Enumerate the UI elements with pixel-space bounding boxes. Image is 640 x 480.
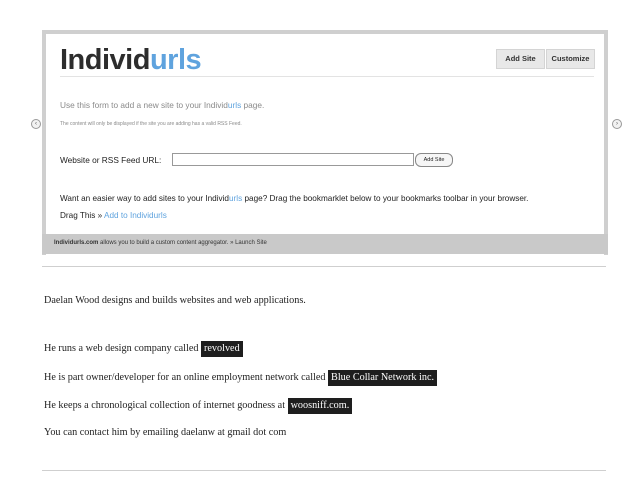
add-to-individurls-link[interactable]: Add to Individurls [104,211,167,220]
woosniff-link[interactable]: woosniff.com. [287,398,353,414]
individurls-page: Individurls Add Site Customize Use this … [46,34,604,263]
footer-bar: Individurls.com allows you to build a cu… [42,234,608,254]
rss-note: The content will only be displayed if th… [60,121,242,127]
bio-line-4-text: He keeps a chronological collection of i… [44,400,288,411]
add-site-button[interactable]: Add Site [496,49,545,69]
bio-line-1: Daelan Wood designs and builds websites … [44,295,306,306]
bookmarklet-highlight: urls [229,194,243,203]
bio-line-5: You can contact him by emailing daelanw … [44,427,287,438]
individurls-logo[interactable]: Individurls [60,44,202,77]
intro-highlight: urls [227,100,242,110]
logo-part-1: Individ [60,44,150,76]
top-divider [42,266,606,267]
bottom-divider [42,470,606,471]
bio-line-2: He runs a web design company called revo… [44,341,243,357]
bookmarklet-prefix: Want an easier way to add sites to your … [60,194,229,203]
screenshot-frame: Individurls Add Site Customize Use this … [42,30,608,263]
drag-this-row: Drag This » Add to Individurls [60,211,167,220]
bookmarklet-suffix: page? Drag the bookmarklet below to your… [242,194,529,203]
footer-description[interactable]: allows you to build a custom content agg… [98,240,267,246]
bookmarklet-text: Want an easier way to add sites to your … [60,194,528,203]
next-arrow-icon[interactable]: › [612,119,622,129]
blue-collar-network-link[interactable]: Blue Collar Network inc. [328,370,438,386]
footer-brand: Individurls.com [54,240,99,246]
url-input[interactable] [172,153,414,166]
customize-button[interactable]: Customize [546,49,595,69]
logo-part-2: urls [149,44,202,76]
footer-text: Individurls.com allows you to build a cu… [54,240,267,246]
bio-line-3-text: He is part owner/developer for an online… [44,372,329,383]
header-divider [60,76,594,77]
bio-line-4: He keeps a chronological collection of i… [44,398,353,414]
intro-suffix: page. [241,100,265,110]
form-add-site-button[interactable]: Add Site [415,153,453,167]
drag-this-label: Drag This » [60,211,103,220]
bio-line-3: He is part owner/developer for an online… [44,370,438,386]
intro-prefix: Use this form to add a new site to your … [60,100,228,110]
bio-line-2-text: He runs a web design company called [44,343,202,354]
url-field-label: Website or RSS Feed URL: [60,155,162,165]
intro-text: Use this form to add a new site to your … [60,100,264,110]
revolved-link[interactable]: revolved [201,341,243,357]
previous-arrow-icon[interactable]: ‹ [31,119,41,129]
